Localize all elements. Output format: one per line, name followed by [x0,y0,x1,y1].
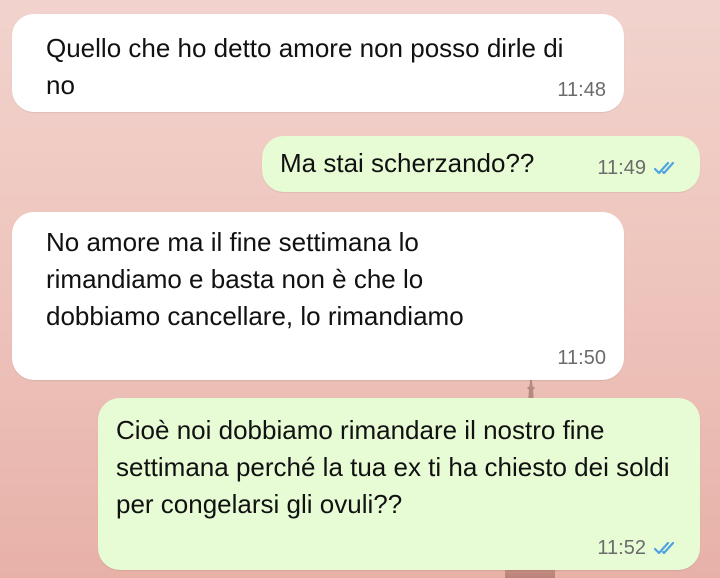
message-text: Quello che ho detto amore non posso dirl… [46,33,564,100]
outgoing-message[interactable]: Ma stai scherzando?? 11:49 [262,136,700,192]
timestamp: 11:48 [557,79,606,101]
message-time: 11:52 [597,536,682,560]
message-text: Cioè noi dobbiamo rimandare il nostro fi… [116,415,670,519]
message-text: Ma stai scherzando?? [280,148,535,178]
outgoing-message[interactable]: Cioè noi dobbiamo rimandare il nostro fi… [98,398,700,570]
incoming-message[interactable]: Quello che ho detto amore non posso dirl… [12,14,624,112]
timestamp: 11:49 [597,157,646,179]
timestamp: 11:52 [597,537,646,559]
message-time: 11:50 [557,346,606,370]
incoming-message[interactable]: No amore ma il fine settimana lo rimandi… [12,212,624,380]
message-time: 11:49 [597,156,682,180]
double-check-icon [654,161,675,175]
timestamp: 11:50 [557,347,606,369]
message-time: 11:48 [557,78,606,102]
message-text: No amore ma il fine settimana lo rimandi… [46,227,464,331]
double-check-icon [654,541,675,555]
